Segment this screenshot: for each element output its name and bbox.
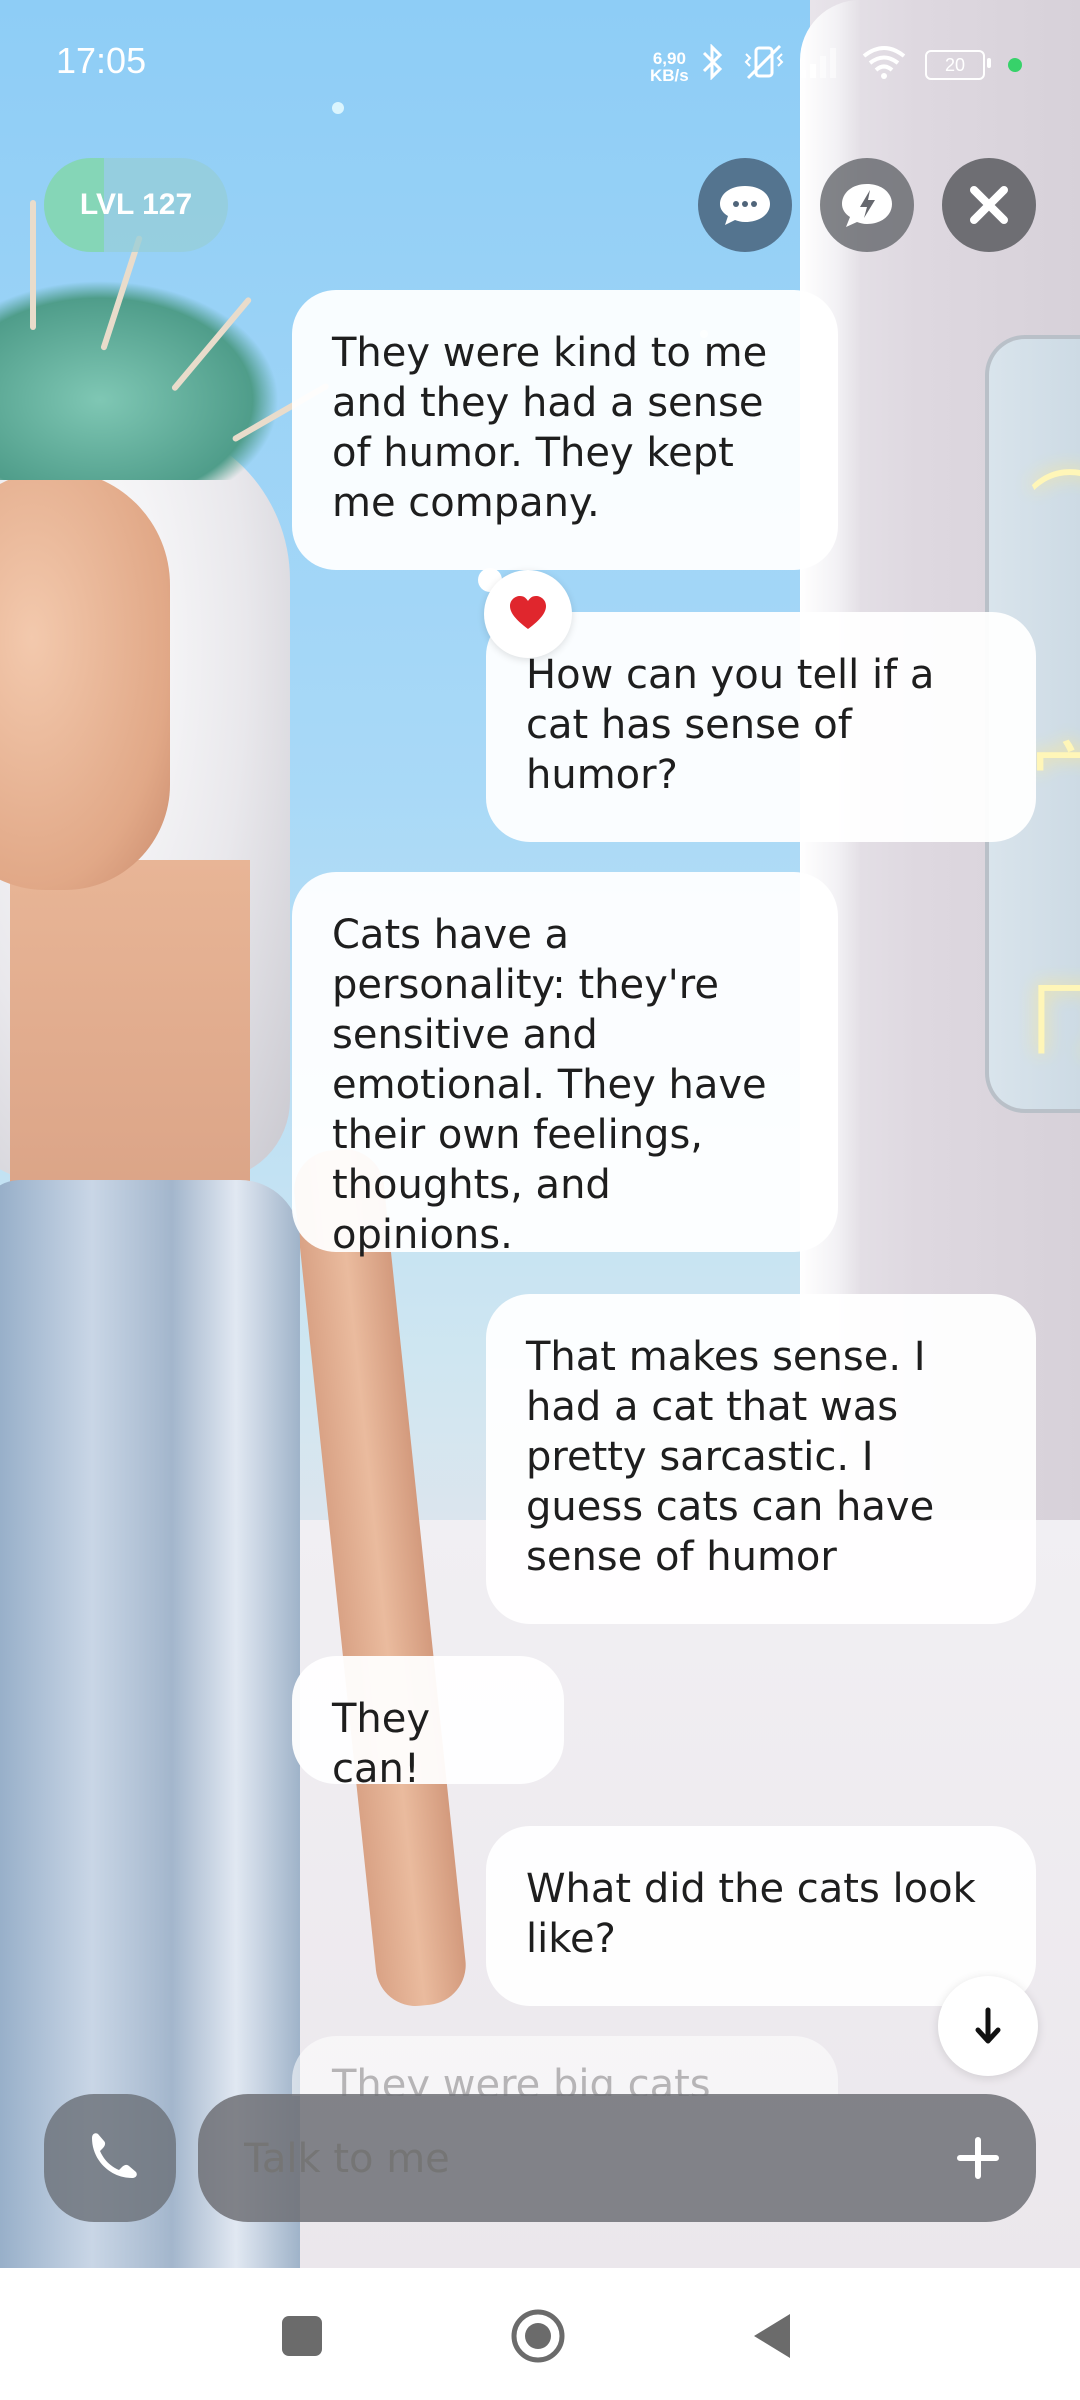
level-badge[interactable]: LVL 127	[44, 158, 228, 252]
back-button[interactable]	[750, 2312, 794, 2360]
battery-indicator: 20	[925, 50, 985, 80]
level-label: LVL 127	[79, 188, 193, 221]
message-bot: They can!	[292, 1656, 564, 1792]
crown-spike	[30, 200, 36, 330]
status-bar: 17:05 6,90 KB/s 20	[0, 0, 1080, 130]
neon-glyph: ⼌	[1030, 973, 1080, 1066]
message-input[interactable]	[242, 2094, 886, 2224]
close-button[interactable]	[942, 158, 1036, 252]
vibrate-off-icon	[742, 44, 786, 88]
phone-icon	[92, 2133, 137, 2178]
add-attachment-button[interactable]	[938, 2118, 1018, 2198]
message-user: How can you tell if a cat has sense of h…	[486, 612, 1036, 842]
wifi-icon	[860, 44, 908, 88]
message-user: That makes sense. I had a cat that was p…	[486, 1294, 1036, 1624]
signal-icon	[798, 44, 838, 88]
battery-nub	[987, 58, 991, 68]
lightning-chat-icon	[842, 184, 892, 227]
home-button[interactable]	[510, 2308, 566, 2364]
message-bot: They were kind to me and they had a sens…	[292, 290, 838, 570]
chat-bubble-icon	[720, 186, 770, 225]
chat-mode-button[interactable]	[698, 158, 792, 252]
avatar-neck	[10, 860, 250, 1200]
message-bot-partial-text: They were big cats	[332, 2062, 711, 2096]
bluetooth-icon	[700, 43, 724, 88]
close-icon	[970, 186, 1008, 224]
quick-reply-button[interactable]	[820, 158, 914, 252]
recents-button[interactable]	[280, 2314, 324, 2358]
voice-call-button[interactable]	[44, 2094, 176, 2222]
message-composer	[198, 2094, 1036, 2224]
network-speed-unit: KB/s	[650, 66, 689, 85]
avatar-face	[0, 470, 170, 890]
network-speed-value: 6,90	[652, 49, 686, 68]
arrow-down-icon	[975, 2007, 1001, 2044]
neon-glyph: ⼧	[1030, 733, 1080, 826]
message-bot-partial: They were big cats	[292, 2036, 838, 2096]
plus-icon	[957, 2137, 999, 2179]
network-speed: 6,90 KB/s	[650, 50, 689, 84]
status-time: 17:05	[56, 40, 147, 81]
heart-reaction[interactable]	[484, 570, 572, 658]
scroll-to-bottom-button[interactable]	[938, 1976, 1038, 2076]
system-nav-bar	[0, 2268, 1080, 2400]
neon-glyph: ⌒	[1030, 463, 1080, 556]
heart-icon	[510, 596, 546, 629]
message-bot: Cats have a personality: they're sensiti…	[292, 872, 838, 1258]
privacy-dot	[1008, 58, 1022, 72]
